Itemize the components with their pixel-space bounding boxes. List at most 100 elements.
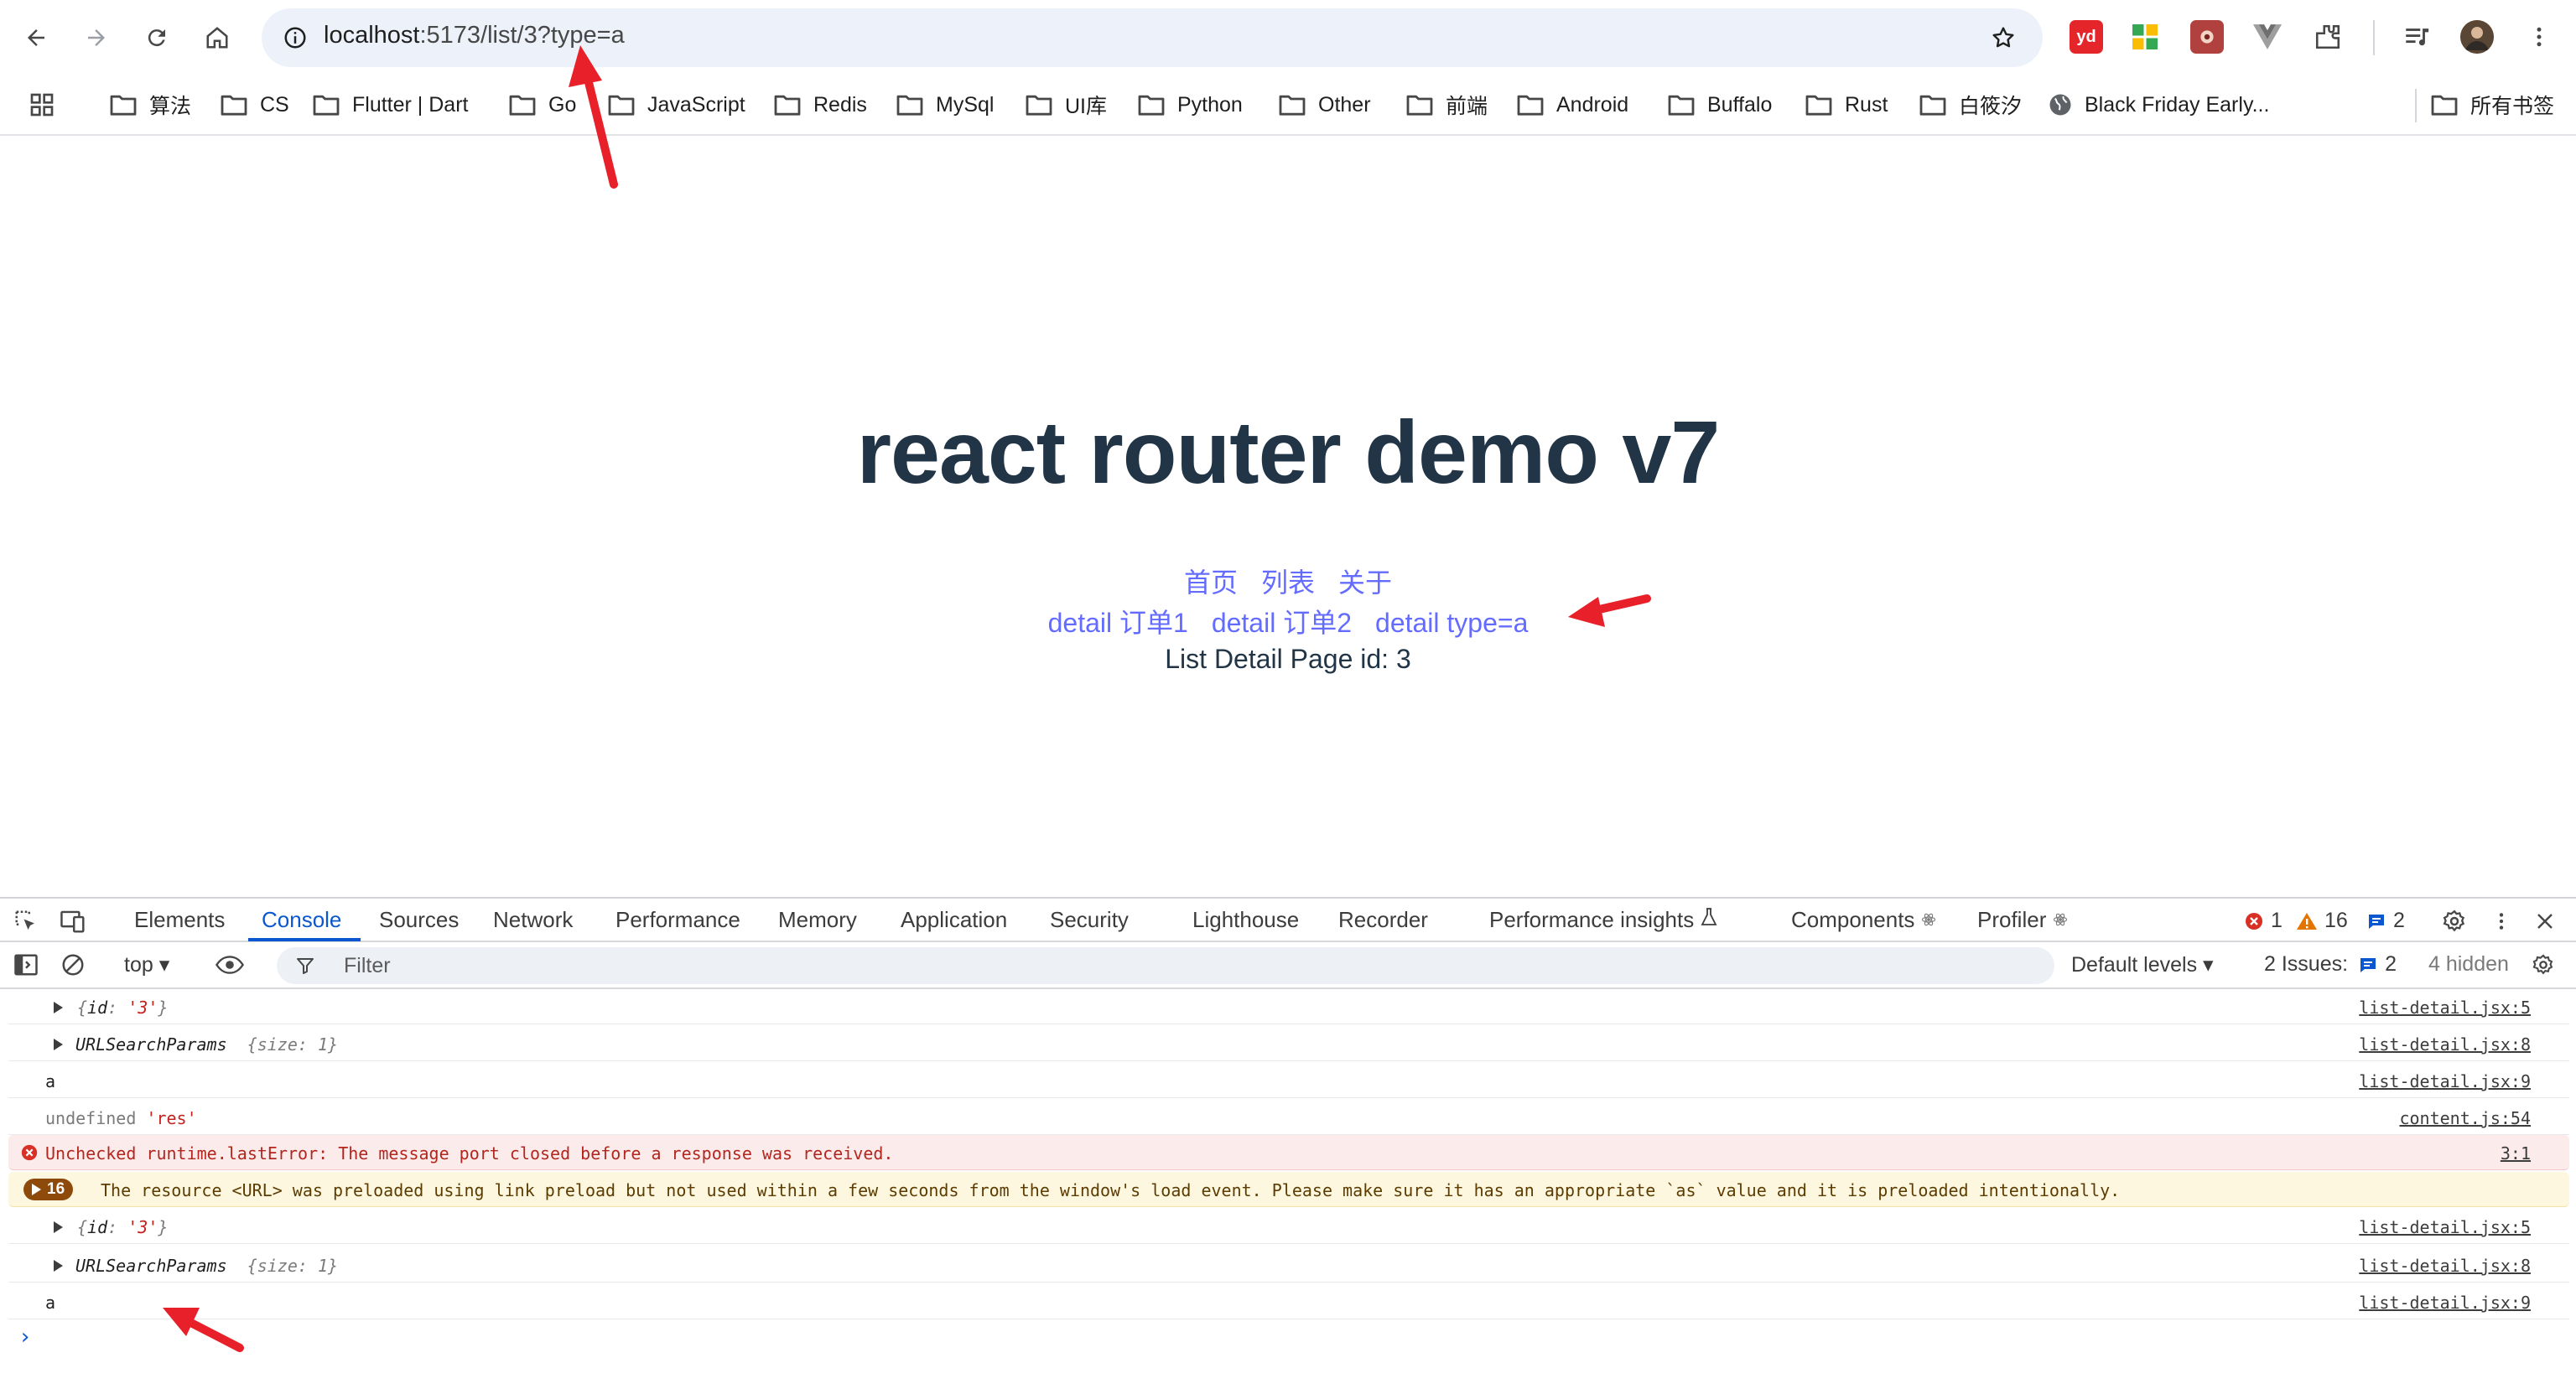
- home-button[interactable]: [196, 17, 238, 59]
- bookmark-folder[interactable]: Flutter | Dart: [312, 86, 468, 124]
- console-message[interactable]: URLSearchParams {size: 1} list-detail.js…: [8, 1247, 2569, 1283]
- source-link[interactable]: content.js:54: [2399, 1108, 2531, 1128]
- folder-icon: [1668, 95, 1695, 116]
- source-link[interactable]: list-detail.jsx:5: [2359, 998, 2531, 1018]
- devtools-menu-icon[interactable]: [2487, 907, 2516, 936]
- bookmark-folder[interactable]: 白筱汐: [1919, 86, 2022, 124]
- issues-counter[interactable]: 2 Issues: 2: [2264, 952, 2397, 977]
- console-message[interactable]: undefined 'res' content.js:54: [8, 1100, 2569, 1135]
- address-bar[interactable]: localhost:5173/list/3?type=a: [262, 8, 2043, 67]
- devtools-panel: Elements Console Sources Network Perform…: [0, 897, 2576, 1389]
- bookmark-folder[interactable]: Buffalo: [1667, 86, 1772, 124]
- folder-icon: [313, 95, 340, 116]
- media-queue-icon[interactable]: [2400, 20, 2433, 54]
- detail-link-order2[interactable]: detail 订单2: [1212, 608, 1352, 638]
- bookmark-folder[interactable]: 前端: [1405, 86, 1488, 124]
- console-error-message[interactable]: Unchecked runtime.lastError: The message…: [8, 1135, 2569, 1170]
- nav-link-about[interactable]: 关于: [1338, 568, 1392, 598]
- tab-recorder[interactable]: Recorder: [1338, 907, 1428, 933]
- tab-memory[interactable]: Memory: [778, 907, 857, 933]
- source-link[interactable]: list-detail.jsx:5: [2359, 1217, 2531, 1237]
- site-info-icon[interactable]: [277, 19, 314, 56]
- bookmark-folder[interactable]: JavaScript: [607, 86, 745, 124]
- tab-console[interactable]: Console: [262, 907, 341, 933]
- tab-network[interactable]: Network: [493, 907, 573, 933]
- clear-console-icon[interactable]: [59, 951, 87, 979]
- console-message[interactable]: a list-detail.jsx:9: [8, 1063, 2569, 1098]
- sidebar-toggle-icon[interactable]: [12, 951, 40, 979]
- tab-elements[interactable]: Elements: [134, 907, 225, 933]
- bookmark-folder[interactable]: Android: [1516, 86, 1628, 124]
- bookmark-folder[interactable]: MySql: [896, 86, 994, 124]
- all-bookmarks-folder[interactable]: 所有书签: [2430, 86, 2554, 124]
- profile-avatar[interactable]: [2460, 20, 2494, 54]
- bookmark-folder[interactable]: Rust: [1805, 86, 1888, 124]
- reload-button[interactable]: [136, 17, 178, 59]
- console-message[interactable]: {id: '3'} list-detail.jsx:5: [8, 1209, 2569, 1244]
- source-link[interactable]: list-detail.jsx:8: [2359, 1256, 2531, 1276]
- live-expression-eye-icon[interactable]: [213, 951, 247, 979]
- puzzle-icon[interactable]: [2311, 20, 2345, 54]
- inspect-element-icon[interactable]: [12, 907, 40, 936]
- nav-link-home[interactable]: 首页: [1184, 568, 1238, 598]
- expand-triangle-icon[interactable]: [54, 1002, 63, 1013]
- page-viewport: react router demo v7 首页 列表 关于 detail 订单1 de…: [0, 136, 2576, 897]
- console-message[interactable]: URLSearchParams {size: 1} list-detail.js…: [8, 1026, 2569, 1061]
- detail-link-type-a[interactable]: detail type=a: [1375, 608, 1528, 638]
- bookmark-folder[interactable]: CS: [220, 86, 289, 124]
- close-devtools-icon[interactable]: [2531, 907, 2559, 936]
- context-selector[interactable]: top ▾: [124, 952, 169, 977]
- source-link[interactable]: 3:1: [2501, 1143, 2531, 1164]
- devtools-settings-icon[interactable]: [2440, 907, 2469, 936]
- youdao-icon[interactable]: yd: [2070, 20, 2103, 54]
- tab-application[interactable]: Application: [901, 907, 1007, 933]
- bookmark-folder[interactable]: Python: [1137, 86, 1243, 124]
- bookmark-folder[interactable]: UI库: [1025, 86, 1107, 124]
- error-icon: [21, 1144, 38, 1161]
- red-extension-icon[interactable]: [2190, 20, 2224, 54]
- tab-security[interactable]: Security: [1050, 907, 1129, 933]
- folder-icon: [1805, 95, 1832, 116]
- tab-profiler[interactable]: Profiler: [1977, 907, 2068, 933]
- bookmark-folder[interactable]: Redis: [773, 86, 867, 124]
- bookmark-folder[interactable]: 算法: [109, 86, 191, 124]
- main-nav: 首页 列表 关于: [0, 562, 2576, 600]
- source-link[interactable]: list-detail.jsx:8: [2359, 1034, 2531, 1055]
- bookmark-star-icon[interactable]: [1986, 20, 2021, 55]
- source-link[interactable]: list-detail.jsx:9: [2359, 1293, 2531, 1313]
- expand-triangle-icon[interactable]: [54, 1039, 63, 1050]
- apps-grid-icon[interactable]: [29, 86, 67, 124]
- grid-extension-icon[interactable]: [2128, 20, 2162, 54]
- tab-sources[interactable]: Sources: [379, 907, 459, 933]
- console-settings-icon[interactable]: [2529, 951, 2558, 979]
- console-prompt[interactable]: ›: [18, 1324, 32, 1350]
- console-filter-input[interactable]: Filter: [277, 947, 2054, 984]
- url-text[interactable]: localhost:5173/list/3?type=a: [324, 22, 625, 49]
- console-warning-message[interactable]: 16 The resource <URL> was preloaded usin…: [8, 1172, 2569, 1207]
- tab-components[interactable]: Components: [1791, 907, 1936, 933]
- vue-devtools-icon[interactable]: [2251, 20, 2284, 54]
- device-toolbar-icon[interactable]: [59, 907, 87, 936]
- nav-link-list[interactable]: 列表: [1261, 568, 1315, 598]
- forward-button[interactable]: [75, 17, 117, 59]
- tab-performance[interactable]: Performance: [615, 907, 740, 933]
- source-link[interactable]: list-detail.jsx:9: [2359, 1071, 2531, 1091]
- tab-performance-insights[interactable]: Performance insights: [1489, 907, 1718, 933]
- menu-kebab-icon[interactable]: [2522, 20, 2556, 54]
- expand-triangle-icon[interactable]: [54, 1221, 63, 1233]
- bookmark-folder[interactable]: Go: [508, 86, 576, 124]
- back-button[interactable]: [15, 17, 57, 59]
- console-warning-count[interactable]: 16: [2296, 909, 2348, 933]
- console-info-count[interactable]: 2: [2366, 909, 2405, 933]
- tab-lighthouse[interactable]: Lighthouse: [1192, 907, 1299, 933]
- repeat-count-badge[interactable]: 16: [23, 1179, 74, 1200]
- console-error-count[interactable]: 1: [2244, 909, 2283, 933]
- bookmark-folder[interactable]: Other: [1278, 86, 1371, 124]
- bookmark-link[interactable]: Black Friday Early...: [2048, 86, 2269, 124]
- detail-link-order1[interactable]: detail 订单1: [1048, 608, 1188, 638]
- log-levels-dropdown[interactable]: Default levels ▾: [2071, 952, 2214, 977]
- expand-triangle-icon[interactable]: [54, 1260, 63, 1272]
- console-message[interactable]: {id: '3'} list-detail.jsx:5: [8, 989, 2569, 1024]
- folder-icon: [2431, 95, 2458, 116]
- console-message[interactable]: a list-detail.jsx:9: [8, 1284, 2569, 1319]
